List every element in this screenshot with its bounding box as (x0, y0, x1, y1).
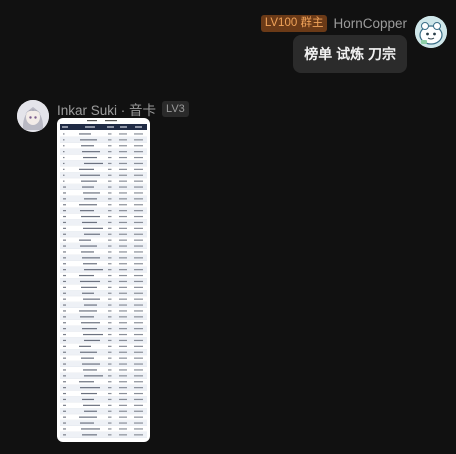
message-bubble-right[interactable]: 榜单 试炼 刀宗 (293, 35, 407, 73)
sender-row-right: LV100 群主 HornCopper (260, 15, 407, 32)
sender-row-left: Inkar Suki · 音卡 LV3 (57, 99, 189, 119)
anime-girl-avatar-icon[interactable] (17, 100, 49, 132)
sender-name-left[interactable]: Inkar Suki · 音卡 (57, 99, 156, 119)
leaderboard-table-image (60, 120, 147, 438)
owner-level-badge: LV100 群主 (260, 15, 328, 32)
leaderboard-image-message[interactable] (57, 118, 150, 442)
message-text: 榜单 试炼 刀宗 (304, 46, 396, 62)
member-level-badge: LV3 (162, 101, 189, 117)
sender-name-right[interactable]: HornCopper (333, 16, 407, 31)
cartoon-avatar-icon[interactable] (415, 16, 447, 48)
